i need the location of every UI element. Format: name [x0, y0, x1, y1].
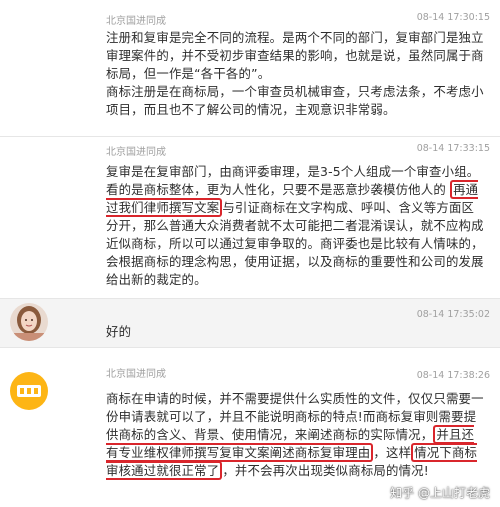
watermark: 知乎 @上山打老虎 — [390, 486, 490, 500]
message-text-segment: 复审是在复审部门，由商评委审理，是3-5个人组成一个审查小组。看的是商标整体，更… — [106, 164, 480, 197]
avatar — [10, 372, 48, 410]
chat-message: 北京国进同成 08-14 17:30:15 注册和复审是完全不同的流程。是两个不… — [0, 0, 500, 132]
chat-message: 北京国进同成 08-14 17:33:15 复审是在复审部门，由商评委审理，是3… — [0, 137, 500, 297]
message-text: 注册和复审是完全不同的流程。是两个不同的部门，复审部门是独立审理案件的，并不受初… — [106, 29, 484, 119]
message-text: 复审是在复审部门，由商评委审理，是3-5个人组成一个审查小组。看的是商标整体，更… — [106, 163, 484, 289]
sender-name: 北京国进同成 — [106, 16, 166, 27]
brand-logo-icon — [10, 372, 48, 410]
message-time: 08-14 17:35:02 — [416, 309, 490, 320]
avatar-image — [10, 303, 48, 341]
avatar — [10, 303, 48, 341]
message-paragraph: 商标注册是在商标局，一个审查员机械审查，只考虑法条，不考虑小项目，而且也不了解公… — [106, 84, 484, 117]
message-text-segment: ，并不会再次出现类似商标局的情况! — [222, 463, 429, 478]
sender-name: 北京国进同成 — [106, 147, 166, 158]
sender-name: 北京国进同成 — [106, 369, 166, 380]
message-text-segment: ，这样 — [373, 445, 412, 460]
message-text: 商标在申请的时候，并不需要提供什么实质性的文件，仅仅只需要一份申请表就可以了，并… — [106, 390, 484, 480]
message-time: 08-14 17:38:26 — [416, 370, 490, 381]
message-time: 08-14 17:30:15 — [416, 12, 490, 23]
message-text-segment: 商标在申请的时候，并不需要提供什么实质性的文件，仅仅只需要一份申请表就可以了，并… — [106, 391, 484, 442]
chat-thread: 北京国进同成 08-14 17:30:15 注册和复审是完全不同的流程。是两个不… — [0, 0, 500, 507]
chat-message: 08-14 17:35:02 好的 — [0, 299, 500, 347]
message-paragraph: 注册和复审是完全不同的流程。是两个不同的部门，复审部门是独立审理案件的，并不受初… — [106, 30, 484, 81]
message-text: 好的 — [106, 324, 132, 339]
message-time: 08-14 17:33:15 — [416, 143, 490, 154]
